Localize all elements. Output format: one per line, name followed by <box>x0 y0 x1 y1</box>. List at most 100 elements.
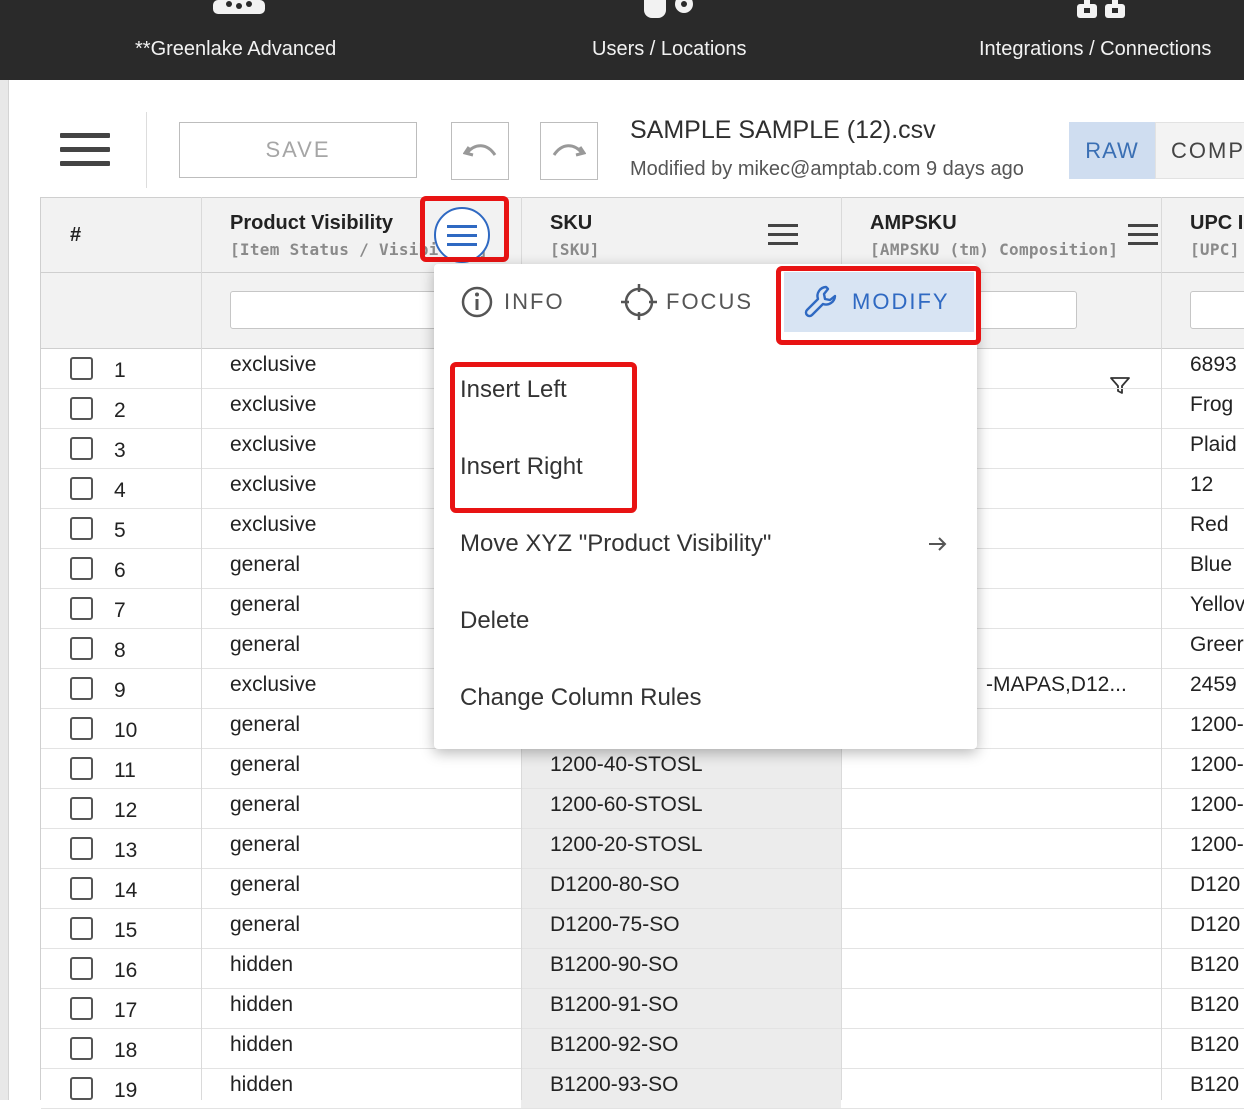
cell-upc[interactable]: B120 <box>1190 1073 1239 1097</box>
cell-upc[interactable]: B120 <box>1190 993 1239 1017</box>
row-checkbox[interactable] <box>70 757 93 780</box>
table-row[interactable]: 14 general D1200-80-SO D120 <box>41 869 1244 909</box>
cell-upc[interactable]: 6893 <box>1190 353 1237 377</box>
upc-filter-input[interactable] <box>1190 291 1244 329</box>
view-comp-toggle[interactable]: COMP <box>1155 122 1244 179</box>
visibility-filter-input[interactable] <box>230 291 450 329</box>
cell-visibility[interactable]: hidden <box>230 1073 293 1097</box>
row-checkbox[interactable] <box>70 797 93 820</box>
cell-visibility[interactable]: general <box>230 913 300 937</box>
cell-sku[interactable]: B1200-93-SO <box>521 1069 841 1108</box>
main-menu-button[interactable] <box>60 133 110 167</box>
row-checkbox[interactable] <box>70 717 93 740</box>
sku-column-menu-button[interactable] <box>768 224 798 246</box>
nav-item-integrations[interactable]: Integrations / Connections <box>979 0 1239 80</box>
row-checkbox[interactable] <box>70 557 93 580</box>
cell-upc[interactable]: 1200- <box>1190 713 1244 737</box>
sku-column-title[interactable]: SKU <box>550 212 592 235</box>
menu-item-delete[interactable]: Delete <box>460 607 529 635</box>
table-row[interactable]: 15 general D1200-75-SO D120 <box>41 909 1244 949</box>
cell-upc[interactable]: D120 <box>1190 873 1240 897</box>
save-button[interactable]: SAVE <box>179 122 417 178</box>
redo-button[interactable] <box>540 122 598 180</box>
row-checkbox[interactable] <box>70 397 93 420</box>
cell-visibility[interactable]: general <box>230 793 300 817</box>
cell-visibility[interactable]: hidden <box>230 993 293 1017</box>
menu-item-insert-right[interactable]: Insert Right <box>460 453 583 481</box>
cell-upc[interactable]: 1200- <box>1190 753 1244 777</box>
row-checkbox[interactable] <box>70 637 93 660</box>
cell-visibility[interactable]: general <box>230 873 300 897</box>
visibility-column-title[interactable]: Product Visibility <box>230 212 393 235</box>
cell-sku[interactable]: D1200-75-SO <box>521 909 841 948</box>
cell-visibility[interactable]: general <box>230 753 300 777</box>
cell-upc[interactable]: Frog <box>1190 393 1233 417</box>
cell-visibility[interactable]: general <box>230 553 300 577</box>
row-checkbox[interactable] <box>70 677 93 700</box>
nav-item-greenlake[interactable]: **Greenlake Advanced <box>135 0 355 80</box>
table-row[interactable]: 13 general 1200-20-STOSL 1200- <box>41 829 1244 869</box>
cell-upc[interactable]: 12 <box>1190 473 1213 497</box>
cell-visibility[interactable]: exclusive <box>230 473 316 497</box>
cell-visibility[interactable]: exclusive <box>230 673 316 697</box>
cell-upc[interactable]: Blue <box>1190 553 1232 577</box>
cell-visibility[interactable]: hidden <box>230 953 293 977</box>
cell-sku[interactable]: 1200-40-STOSL <box>521 749 841 788</box>
table-row[interactable]: 12 general 1200-60-STOSL 1200- <box>41 789 1244 829</box>
upc-column-title[interactable]: UPC I <box>1190 212 1243 235</box>
cell-sku[interactable]: B1200-91-SO <box>521 989 841 1028</box>
table-row[interactable]: 19 hidden B1200-93-SO B120 <box>41 1069 1244 1109</box>
row-checkbox[interactable] <box>70 437 93 460</box>
nav-item-users-locations[interactable]: Users / Locations <box>592 0 762 80</box>
row-checkbox[interactable] <box>70 877 93 900</box>
table-row[interactable]: 17 hidden B1200-91-SO B120 <box>41 989 1244 1029</box>
row-checkbox[interactable] <box>70 1037 93 1060</box>
row-checkbox[interactable] <box>70 837 93 860</box>
undo-button[interactable] <box>451 122 509 180</box>
cell-visibility[interactable]: general <box>230 833 300 857</box>
row-checkbox[interactable] <box>70 517 93 540</box>
menu-item-move[interactable]: Move XYZ "Product Visibility" <box>460 530 950 558</box>
cell-visibility[interactable]: general <box>230 633 300 657</box>
cell-upc[interactable]: B120 <box>1190 953 1239 977</box>
row-checkbox[interactable] <box>70 477 93 500</box>
cell-upc[interactable]: 1200- <box>1190 793 1244 817</box>
tab-modify[interactable]: MODIFY <box>784 272 974 332</box>
table-row[interactable]: 18 hidden B1200-92-SO B120 <box>41 1029 1244 1069</box>
cell-visibility[interactable]: exclusive <box>230 513 316 537</box>
cell-sku[interactable]: D1200-80-SO <box>521 869 841 908</box>
cell-upc[interactable]: D120 <box>1190 913 1240 937</box>
cell-visibility[interactable]: general <box>230 593 300 617</box>
cell-visibility[interactable]: exclusive <box>230 433 316 457</box>
cell-upc[interactable]: B120 <box>1190 1033 1239 1057</box>
cell-visibility[interactable]: exclusive <box>230 353 316 377</box>
cell-sku[interactable]: 1200-60-STOSL <box>521 789 841 828</box>
view-raw-toggle[interactable]: RAW <box>1069 122 1155 179</box>
row-checkbox[interactable] <box>70 917 93 940</box>
visibility-column-menu-button[interactable] <box>432 206 494 264</box>
row-checkbox[interactable] <box>70 357 93 380</box>
row-checkbox[interactable] <box>70 997 93 1020</box>
ampsku-column-title[interactable]: AMPSKU <box>870 212 957 235</box>
tab-focus[interactable]: FOCUS <box>620 272 770 332</box>
table-row[interactable]: 16 hidden B1200-90-SO B120 <box>41 949 1244 989</box>
tab-info[interactable]: INFO <box>460 272 590 332</box>
cell-upc[interactable]: Yellov <box>1190 593 1244 617</box>
row-checkbox[interactable] <box>70 957 93 980</box>
cell-upc[interactable]: Greer <box>1190 633 1244 657</box>
table-row[interactable]: 11 general 1200-40-STOSL 1200- <box>41 749 1244 789</box>
cell-visibility[interactable]: hidden <box>230 1033 293 1057</box>
row-checkbox[interactable] <box>70 1077 93 1100</box>
cell-upc[interactable]: 2459 <box>1190 673 1237 697</box>
cell-upc[interactable]: Red <box>1190 513 1229 537</box>
cell-upc[interactable]: 1200- <box>1190 833 1244 857</box>
menu-item-insert-left[interactable]: Insert Left <box>460 376 567 404</box>
menu-item-change-column-rules[interactable]: Change Column Rules <box>460 684 701 712</box>
ampsku-column-menu-button[interactable] <box>1128 224 1158 246</box>
cell-ampsku[interactable]: -MAPAS,D12... <box>986 673 1127 697</box>
cell-upc[interactable]: Plaid <box>1190 433 1237 457</box>
cell-visibility[interactable]: general <box>230 713 300 737</box>
cell-sku[interactable]: B1200-90-SO <box>521 949 841 988</box>
row-checkbox[interactable] <box>70 597 93 620</box>
cell-sku[interactable]: 1200-20-STOSL <box>521 829 841 868</box>
